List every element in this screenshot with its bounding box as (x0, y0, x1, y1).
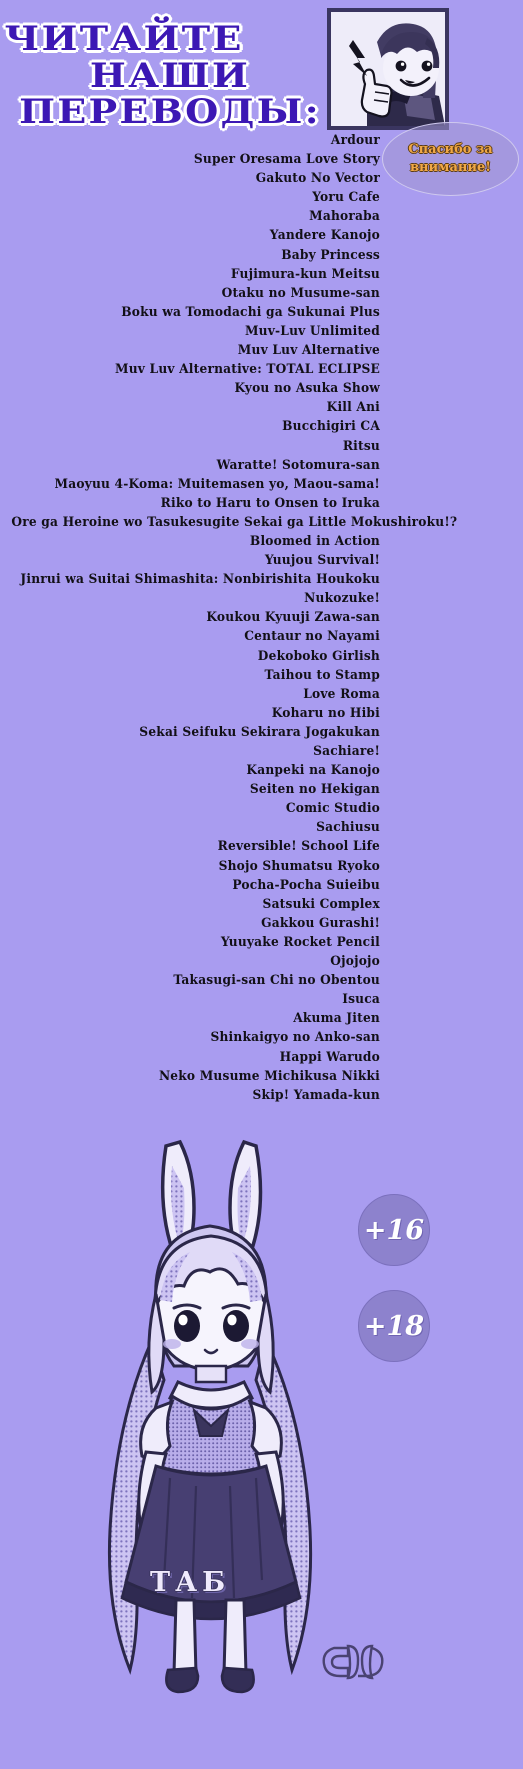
thanks-bubble: Спасибо за внимание! (382, 122, 519, 196)
list-item: Love Roma (303, 685, 380, 701)
list-item: Waratte! Sotomura-san (216, 456, 380, 472)
list-item: Shojo Shumatsu Ryoko (218, 857, 380, 873)
hand-doodle-icon (318, 1640, 400, 1688)
list-item: Sachiusu (316, 819, 380, 835)
list-item: Kill Ani (326, 399, 380, 415)
list-item: Boku wa Tomodachi ga Sukunai Plus (121, 303, 381, 319)
list-item: Muv Luv Alternative (237, 342, 380, 358)
list-item: Kanpeki na Kanojo (246, 762, 380, 778)
rating-badge-16-label: +16 (363, 1214, 425, 1246)
list-item: Bucchigiri CA (282, 418, 380, 434)
list-item: Ardour (330, 132, 380, 147)
list-item: Takasugi-san Chi no Obentou (173, 972, 380, 988)
list-item: Satsuki Complex (262, 895, 380, 911)
translations-list: Ardour Super Oresama Love Story Gakuto No … (0, 130, 458, 1104)
list-item: Dekoboko Girlish (257, 647, 380, 663)
list-item: Yandere Kanojo (269, 227, 380, 243)
list-item: Maoyuu 4-Koma: Muitemasen yo, Maou-sama! (54, 475, 381, 491)
page-title: ЧИТАЙТЕ НАШИ ПЕРЕВОДЫ: (0, 22, 340, 130)
list-item: Muv Luv Alternative: TOTAL ECLIPSE (115, 361, 381, 377)
list-item: Baby Princess (281, 246, 380, 262)
list-item: Ore ga Heroine wo Tasukesugite Sekai ga … (11, 513, 458, 529)
list-item: Akuma Jiten (293, 1010, 380, 1026)
rating-badge-16[interactable]: +16 (358, 1194, 430, 1266)
list-item: Bloomed in Action (249, 532, 380, 548)
list-item: Skip! Yamada-kun (252, 1086, 380, 1102)
page-root: ЧИТАЙТЕ НАШИ ПЕРЕВОДЫ: Спасибо за вниман… (0, 0, 523, 1769)
list-item: Ritsu (342, 437, 380, 453)
thanks-bubble-line-2: внимание! (409, 160, 492, 175)
list-item: Yoru Cafe (312, 189, 380, 205)
list-item: Sekai Seifuku Sekirara Jogakukan (139, 723, 380, 739)
list-item: Koukou Kyuuji Zawa-san (206, 609, 380, 625)
list-item: Koharu no Hibi (271, 704, 380, 720)
list-item: Gakuto No Vector (255, 170, 380, 186)
list-item: Sachiare! (313, 743, 380, 758)
list-item: Gakkou Gurashi! (261, 914, 380, 930)
chibi-bunny-girl-icon (107, 1139, 313, 1694)
list-item: Otaku no Musume-san (221, 284, 380, 300)
dress-text: ТАБ (150, 1567, 231, 1598)
chibi-bunny-girl (60, 1130, 360, 1760)
page-title-line-3: ПЕРЕВОДЫ: (19, 92, 321, 133)
list-item: Reversible! School Life (217, 838, 380, 854)
list-item: Comic Studio (285, 800, 380, 816)
list-item: Mahoraba (309, 208, 380, 224)
list-item: Jinrui wa Suitai Shimashita: Nonbirishit… (20, 571, 381, 587)
list-item: Ojojojo (330, 953, 380, 969)
list-item: Kyou no Asuka Show (234, 380, 380, 396)
list-item: Riko to Haru to Onsen to Iruka (160, 494, 380, 510)
list-item: Isuca (342, 991, 380, 1007)
list-item: Neko Musume Michikusa Nikki (158, 1067, 380, 1083)
list-item: Seiten no Hekigan (249, 781, 380, 797)
list-item: Yuujou Survival! (264, 552, 380, 568)
page-title-line-2: НАШИ (89, 55, 251, 96)
page-title-line-1: ЧИТАЙТЕ (4, 19, 244, 59)
thanks-bubble-line-1: Спасибо за (408, 142, 493, 158)
rating-badge-18[interactable]: +18 (358, 1290, 430, 1362)
list-item: Centaur no Nayami (244, 628, 380, 644)
list-item: Yuuyake Rocket Pencil (220, 933, 380, 949)
list-item: Fujimura-kun Meitsu (230, 265, 380, 281)
list-item: Pocha-Pocha Suieibu (232, 876, 380, 892)
rating-badge-18-label: +18 (363, 1310, 425, 1342)
list-item: Happi Warudo (279, 1048, 380, 1064)
list-item: Taihou to Stamp (264, 666, 380, 682)
list-item: Super Oresama Love Story (193, 151, 380, 167)
list-item: Muv-Luv Unlimited (244, 322, 380, 338)
list-item: Nukozuke! (304, 590, 380, 606)
list-item: Shinkaigyo no Anko-san (210, 1029, 380, 1045)
